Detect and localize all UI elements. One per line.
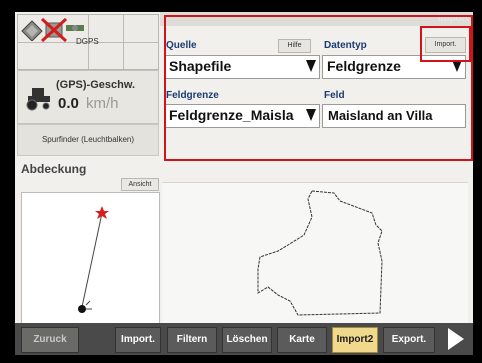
speed-readout: (GPS)-Geschw. 0.0 km/h bbox=[17, 70, 159, 124]
gps-status-label: DGPS bbox=[76, 37, 99, 46]
filter-tab[interactable]: Filtern bbox=[167, 327, 217, 353]
map-tab[interactable]: Karte bbox=[277, 327, 327, 353]
next-arrow-icon[interactable] bbox=[448, 328, 464, 350]
star-icon bbox=[95, 206, 109, 219]
speed-value: 0.0 bbox=[58, 95, 79, 112]
status-icons: DGPS bbox=[17, 14, 159, 70]
field-boundary-map[interactable] bbox=[162, 182, 468, 324]
tractor-position-marker bbox=[78, 305, 86, 313]
tractor-icon bbox=[26, 88, 50, 111]
bottom-toolbar: Zuruck Import. Filtern Löschen Karte Imp… bbox=[15, 323, 473, 355]
field-boundary-outline bbox=[257, 190, 383, 316]
spurfinder-button[interactable]: Spurfinder (Leuchtbalken) bbox=[17, 124, 159, 156]
coverage-map bbox=[21, 192, 160, 325]
display-screen: DGPS (GPS)-Geschw. 0.0 km/h Spurfinder (… bbox=[15, 12, 473, 355]
export-tab[interactable]: Export. bbox=[383, 327, 435, 353]
import-highlight-frame bbox=[420, 26, 471, 62]
import-panel: Import Quelle Hilfe Shapefile Datentyp I… bbox=[160, 12, 473, 324]
delete-tab[interactable]: Löschen bbox=[222, 327, 272, 353]
coverage-title: Abdeckung bbox=[21, 162, 87, 176]
speed-title: (GPS)-Geschw. bbox=[56, 79, 136, 91]
left-panel: DGPS (GPS)-Geschw. 0.0 km/h Spurfinder (… bbox=[15, 12, 160, 325]
back-button[interactable]: Zuruck bbox=[21, 327, 79, 353]
import-tab[interactable]: Import. bbox=[115, 327, 161, 353]
import2-tab[interactable]: Import2 bbox=[332, 327, 378, 353]
speed-unit: km/h bbox=[86, 95, 119, 112]
satellite-icon bbox=[66, 25, 84, 31]
view-button[interactable]: Ansicht bbox=[121, 178, 159, 191]
